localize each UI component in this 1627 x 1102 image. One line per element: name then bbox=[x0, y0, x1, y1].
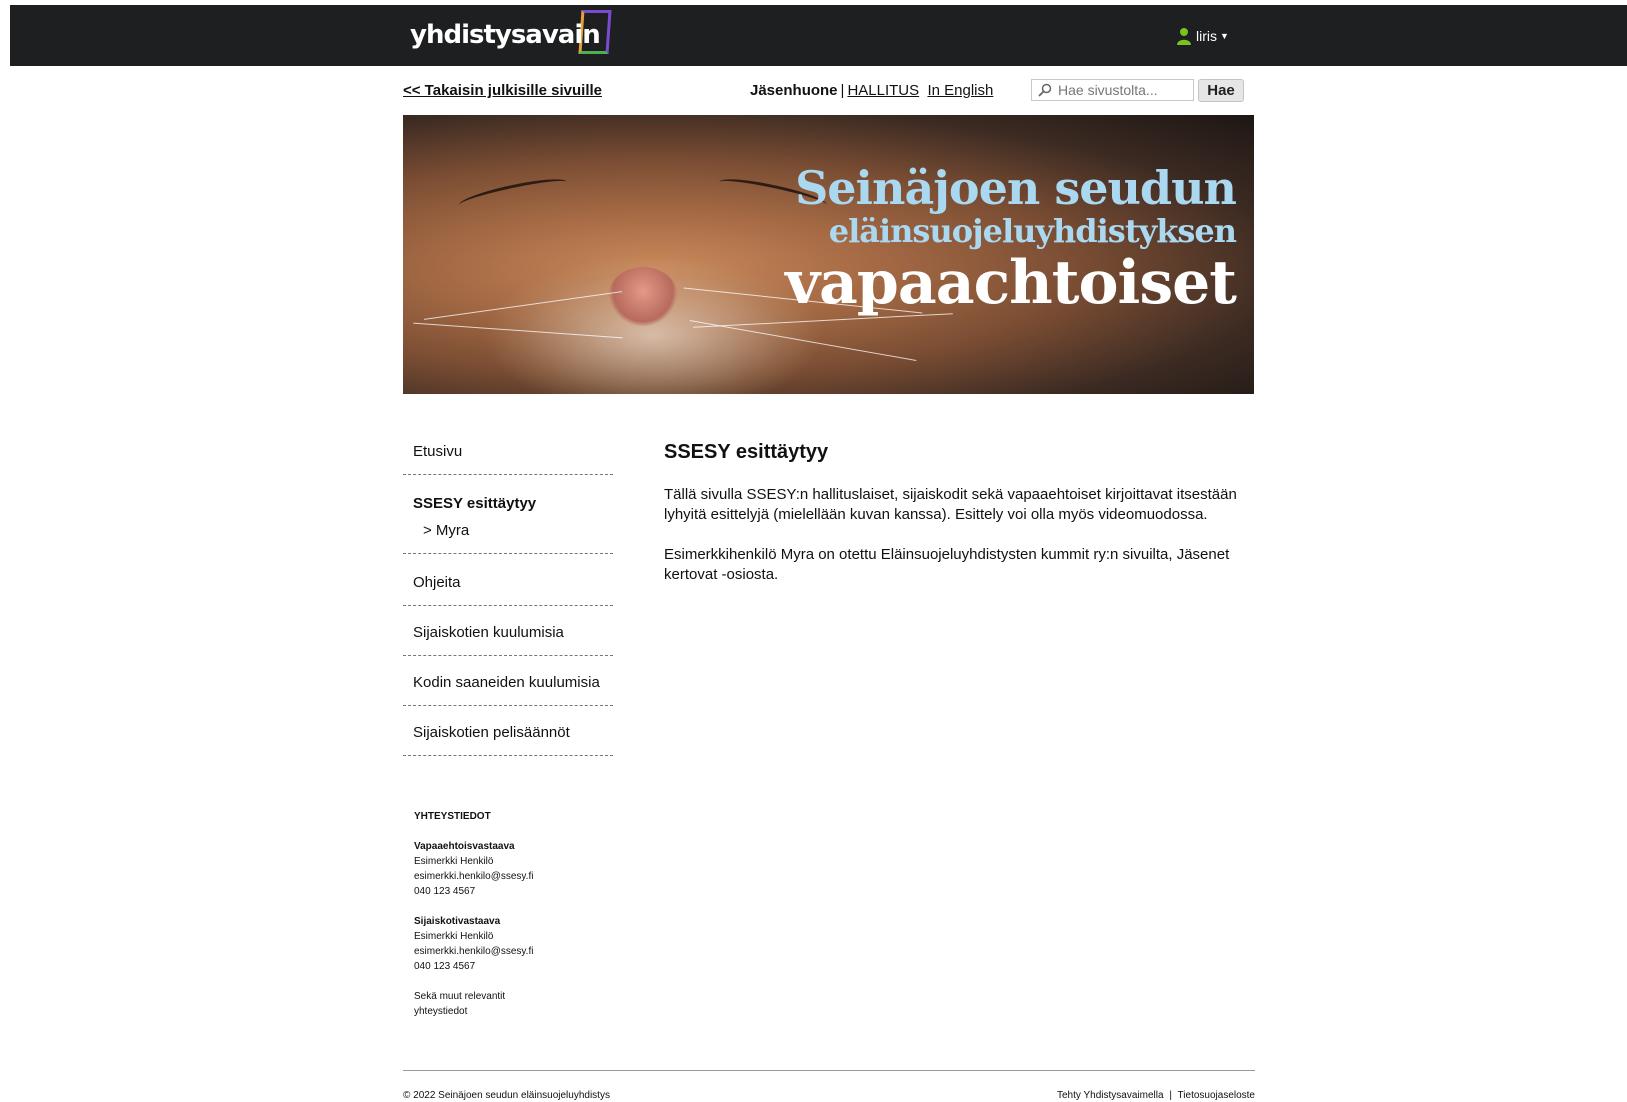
sidebar-item-label: SSESY esittäytyy bbox=[413, 495, 537, 512]
sidebar-item-ohjeita[interactable]: Ohjeita bbox=[403, 554, 613, 606]
search-icon bbox=[1038, 83, 1052, 97]
page-title: SSESY esittäytyy bbox=[664, 441, 829, 463]
caret-down-icon: ▼ bbox=[1220, 31, 1229, 41]
sidebar-item-label: Sijaiskotien kuulumisia bbox=[413, 624, 564, 641]
cat-eye-left bbox=[457, 173, 569, 214]
contact-title: YHTEYSTIEDOT bbox=[414, 811, 491, 822]
banner-line-1: Seinäjoen seudun bbox=[795, 161, 1237, 215]
separator: | bbox=[840, 82, 845, 99]
contact-other-line: Sekä muut relevantit bbox=[414, 991, 506, 1002]
contact-email[interactable]: esimerkki.henkilo@ssesy.fi bbox=[414, 944, 614, 959]
header-banner: Seinäjoen seudun eläinsuojeluyhdistyksen… bbox=[403, 115, 1254, 394]
contact-block: Vapaaehtoisvastaava Esimerkki Henkilö es… bbox=[414, 839, 614, 899]
footer-copyright: © 2022 Seinäjoen seudun eläinsuojeluyhdi… bbox=[403, 1090, 610, 1101]
search-box[interactable] bbox=[1031, 79, 1194, 101]
contact-role: Sijaiskotivastaava bbox=[414, 916, 501, 927]
sidebar-item-label: Ohjeita bbox=[413, 574, 461, 591]
sidebar-item-sijaiskotien-kuulumisia[interactable]: Sijaiskotien kuulumisia bbox=[403, 606, 613, 656]
sidebar-item-label: Kodin saaneiden kuulumisia bbox=[413, 674, 600, 691]
contact-email[interactable]: esimerkki.henkilo@ssesy.fi bbox=[414, 869, 614, 884]
sidebar-item-etusivu[interactable]: Etusivu bbox=[403, 431, 613, 475]
contact-phone: 040 123 4567 bbox=[414, 961, 476, 972]
sidebar-subitem-myra[interactable]: > Myra bbox=[413, 522, 603, 539]
sidebar-nav: Etusivu SSESY esittäytyy > Myra Ohjeita … bbox=[403, 431, 613, 756]
top-links: Jäsenhuone | HALLITUS In English bbox=[750, 82, 993, 99]
sidebar-item-sijaiskotien-pelisaannot[interactable]: Sijaiskotien pelisäännöt bbox=[403, 706, 613, 756]
banner-title: Seinäjoen seudun eläinsuojeluyhdistyksen… bbox=[785, 161, 1237, 318]
contact-role: Vapaaehtoisvastaava bbox=[414, 841, 515, 852]
user-menu[interactable]: liris ▼ bbox=[1176, 27, 1229, 45]
sidebar-item-label: Etusivu bbox=[413, 443, 463, 460]
contact-phone: 040 123 4567 bbox=[414, 886, 476, 897]
contact-name: Esimerkki Henkilö bbox=[414, 931, 494, 942]
search-button[interactable]: Hae bbox=[1198, 79, 1244, 102]
privacy-link[interactable]: Tietosuojaseloste bbox=[1178, 1090, 1255, 1101]
logo-text: yhdistysavain bbox=[410, 20, 601, 50]
contact-other-line: yhteystiedot bbox=[414, 1006, 468, 1017]
user-icon bbox=[1177, 28, 1191, 45]
footer-divider bbox=[403, 1070, 1255, 1071]
back-to-public-link[interactable]: << Takaisin julkisille sivuille bbox=[403, 82, 602, 99]
sidebar-item-kodin-saaneiden-kuulumisia[interactable]: Kodin saaneiden kuulumisia bbox=[403, 656, 613, 706]
user-name: liris bbox=[1196, 28, 1217, 44]
example-paragraph: Esimerkkihenkilö Myra on otettu Eläinsuo… bbox=[664, 546, 1230, 583]
banner-line-3: vapaachtoiset bbox=[785, 248, 1237, 318]
hallitus-link[interactable]: HALLITUS bbox=[847, 82, 919, 99]
sidebar-item-label: Sijaiskotien pelisäännöt bbox=[413, 724, 570, 741]
main-content: SSESY esittäytyy Tällä sivulla SSESY:n h… bbox=[664, 441, 1254, 605]
contact-name: Esimerkki Henkilö bbox=[414, 856, 494, 867]
footer-separator: | bbox=[1169, 1090, 1172, 1101]
top-bar: yhdistysavain liris ▼ bbox=[10, 5, 1627, 66]
made-with-link[interactable]: Tehty Yhdistysavaimella bbox=[1057, 1090, 1164, 1101]
banner-line-2: eläinsuojeluyhdistyksen bbox=[828, 212, 1237, 250]
contact-other: Sekä muut relevantit yhteystiedot bbox=[414, 989, 614, 1019]
cat-nose bbox=[608, 267, 678, 327]
footer-links: Tehty Yhdistysavaimella | Tietosuojaselo… bbox=[1057, 1090, 1255, 1101]
contact-info: YHTEYSTIEDOT Vapaaehtoisvastaava Esimerk… bbox=[414, 809, 614, 1034]
intro-paragraph: Tällä sivulla SSESY:n hallituslaiset, si… bbox=[664, 486, 1237, 523]
contact-block: Sijaiskotivastaava Esimerkki Henkilö esi… bbox=[414, 914, 614, 974]
in-english-link[interactable]: In English bbox=[927, 82, 993, 99]
current-section-label: Jäsenhuone bbox=[750, 82, 838, 99]
logo[interactable]: yhdistysavain bbox=[410, 10, 612, 58]
sidebar-item-ssesy-esittaytyy[interactable]: SSESY esittäytyy > Myra bbox=[403, 475, 613, 554]
search-input[interactable] bbox=[1058, 82, 1188, 98]
secondary-nav: << Takaisin julkisille sivuille Jäsenhuo… bbox=[0, 79, 1627, 105]
